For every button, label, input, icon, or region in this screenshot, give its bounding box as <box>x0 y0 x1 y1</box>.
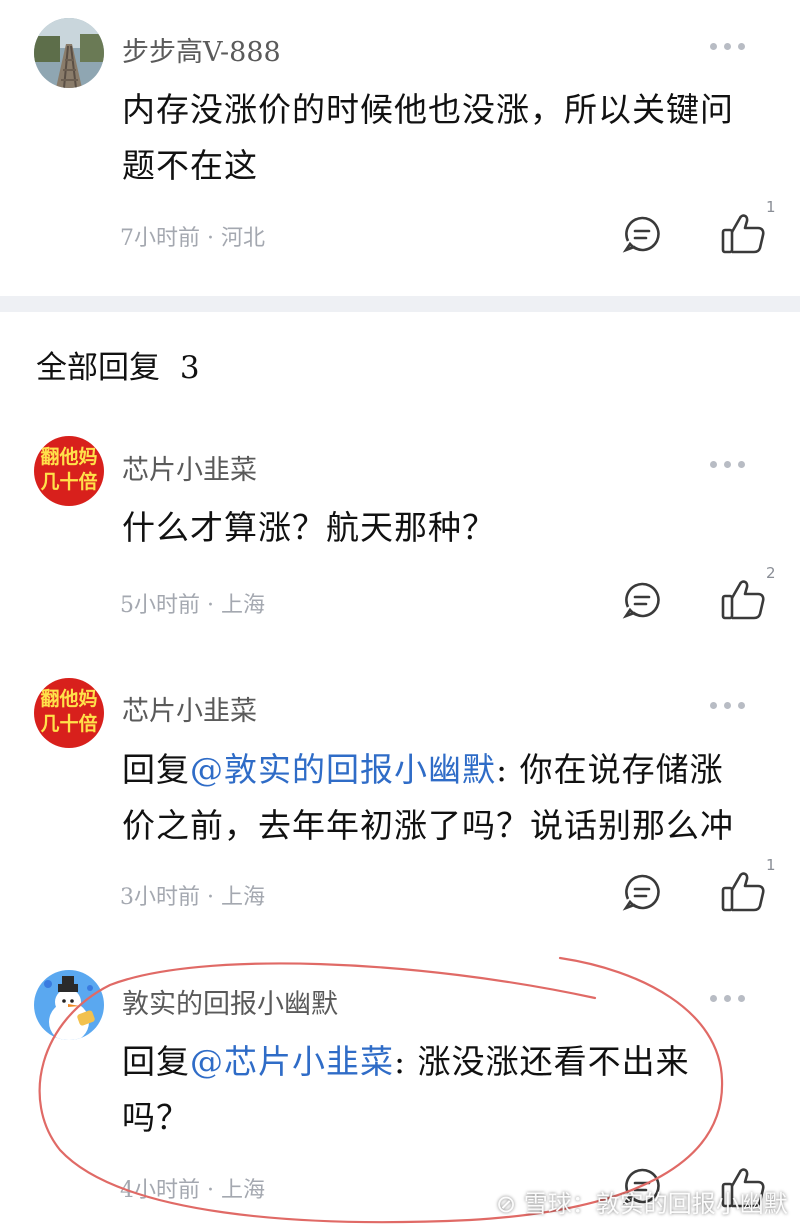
comment-reply-icon[interactable] <box>622 580 662 620</box>
replies-label: 全部回复 <box>36 350 160 386</box>
mention-link[interactable]: @芯片小韭菜 <box>190 1042 394 1081</box>
timestamp: 3小时前 <box>120 885 200 910</box>
username[interactable]: 步步高V-888 <box>122 30 281 69</box>
avatar[interactable]: 翻他妈 几十倍 <box>34 436 104 506</box>
location: 上海 <box>220 885 265 910</box>
more-icon[interactable] <box>710 459 746 469</box>
reply-text: 什么才算涨？航天那种？ <box>122 508 496 547</box>
timestamp: 7小时前 <box>120 226 200 251</box>
watermark: ⊘ 雪球：敦实的回报小幽默 <box>496 1190 788 1218</box>
comment-text: 回复@芯片小韭菜: 涨没涨还看不出来吗？ <box>122 1034 702 1146</box>
like-count: 1 <box>766 856 776 874</box>
avatar[interactable]: 翻他妈 几十倍 <box>34 678 104 748</box>
more-icon[interactable] <box>710 700 746 710</box>
thumbs-up-icon[interactable] <box>720 868 768 914</box>
comment-text: 回复@敦实的回报小幽默: 你在说存储涨价之前，去年年初涨了吗？说话别那么冲 <box>122 742 752 854</box>
timestamp: 5小时前 <box>120 593 200 618</box>
more-icon[interactable] <box>710 993 746 1003</box>
snowball-logo-icon: ⊘ <box>496 1190 524 1218</box>
more-icon[interactable] <box>710 41 746 51</box>
location: 河北 <box>220 226 265 251</box>
like-count: 1 <box>766 198 776 216</box>
avatar[interactable] <box>34 18 104 88</box>
location: 上海 <box>220 1178 265 1203</box>
meta-separator: · <box>200 593 221 618</box>
comment-reply-icon[interactable] <box>622 214 662 254</box>
mention-link[interactable]: @敦实的回报小幽默 <box>190 750 496 789</box>
comment-text: 内存没涨价的时候他也没涨，所以关键问题不在这 <box>122 90 734 185</box>
reply-prefix: 回复 <box>122 750 190 789</box>
timestamp: 4小时前 <box>120 1178 200 1203</box>
username[interactable]: 芯片小韭菜 <box>122 689 257 728</box>
like-count: 2 <box>766 564 776 582</box>
location: 上海 <box>220 593 265 618</box>
comment-text: 什么才算涨？航天那种？ <box>122 500 762 556</box>
avatar[interactable] <box>34 970 104 1040</box>
avatar-railway-photo <box>34 18 104 88</box>
meta-separator: · <box>200 226 221 251</box>
replies-count: 3 <box>179 350 200 386</box>
comment-meta: 5小时前 · 上海 <box>120 587 265 619</box>
reply-prefix: 回复 <box>122 1042 190 1081</box>
comment-meta: 7小时前 · 河北 <box>120 220 265 252</box>
comment-meta: 3小时前 · 上海 <box>120 879 265 911</box>
username[interactable]: 芯片小韭菜 <box>122 448 257 487</box>
thumbs-up-icon[interactable] <box>720 210 768 256</box>
comment-meta: 4小时前 · 上海 <box>120 1172 265 1204</box>
avatar-snowman-cartoon <box>34 970 104 1040</box>
username[interactable]: 敦实的回报小幽默 <box>122 982 338 1021</box>
replies-header: 全部回复 3 <box>36 342 200 387</box>
avatar-text: 翻他妈 几十倍 <box>40 446 98 493</box>
section-divider <box>0 296 800 312</box>
avatar-text: 翻他妈 几十倍 <box>40 688 98 735</box>
thumbs-up-icon[interactable] <box>720 576 768 622</box>
meta-separator: · <box>200 885 221 910</box>
comment-reply-icon[interactable] <box>622 872 662 912</box>
meta-separator: · <box>200 1178 221 1203</box>
